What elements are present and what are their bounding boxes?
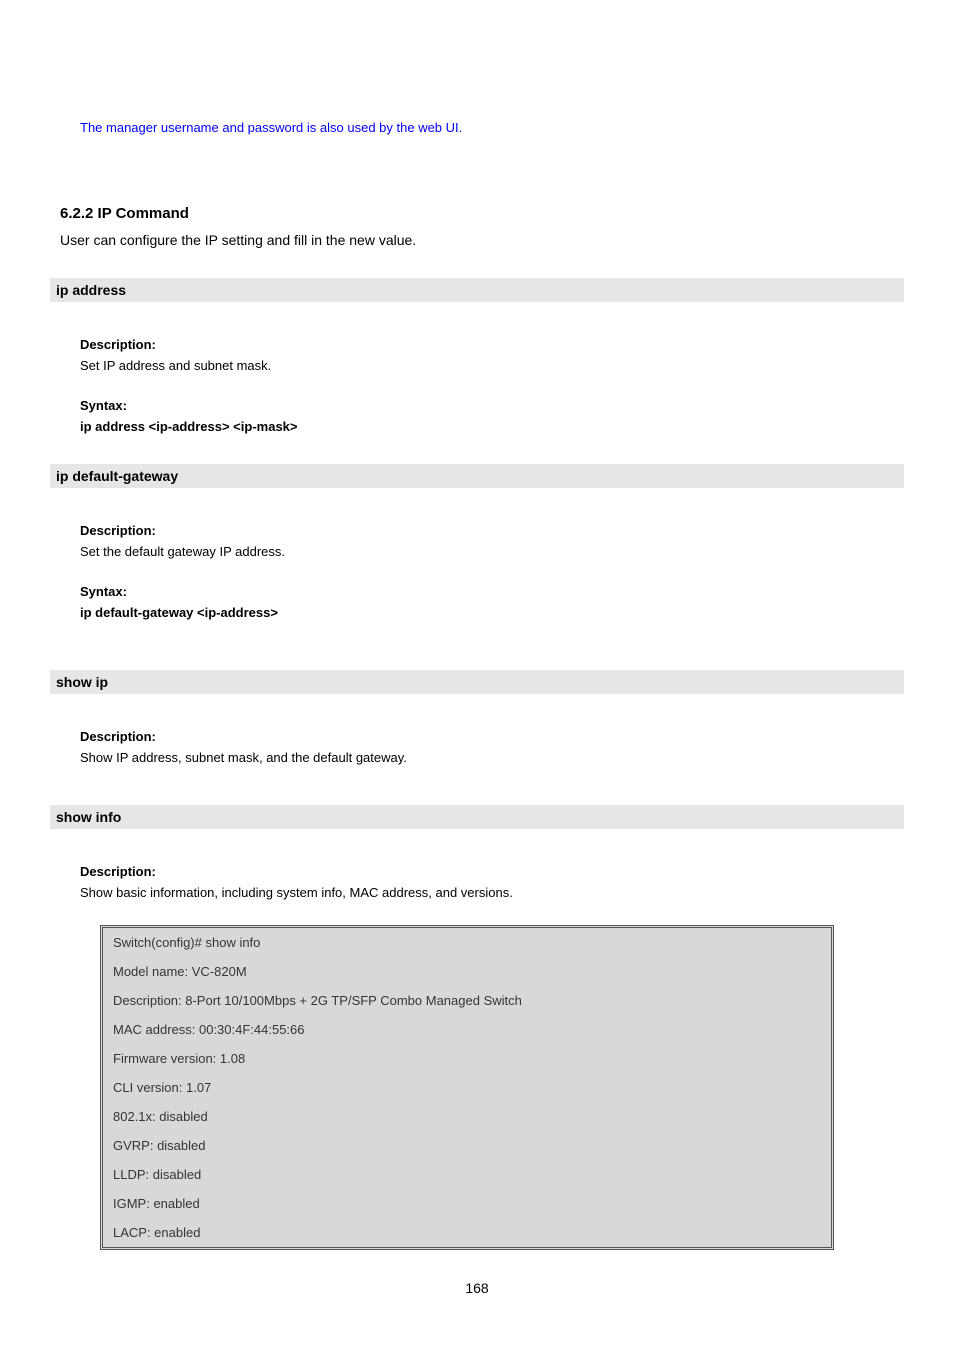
terminal-output: Switch(config)# show info Model name: VC… (100, 925, 834, 1250)
terminal-line: LLDP: disabled (103, 1160, 831, 1189)
cmd-show-ip-desc-label: Description: (80, 729, 894, 744)
page-number: 168 (60, 1280, 894, 1296)
cmd-show-info-title: show info (50, 805, 904, 829)
cmd-ip-address-desc: Set IP address and subnet mask. (80, 358, 894, 373)
cmd-ip-gateway-desc: Set the default gateway IP address. (80, 544, 894, 559)
terminal-line: Description: 8-Port 10/100Mbps + 2G TP/S… (103, 986, 831, 1015)
terminal-line: LACP: enabled (103, 1218, 831, 1247)
cmd-ip-address-desc-label: Description: (80, 337, 894, 352)
terminal-line: Firmware version: 1.08 (103, 1044, 831, 1073)
cmd-ip-gateway-syntax-label: Syntax: (80, 584, 894, 599)
cmd-show-info-desc-label: Description: (80, 864, 894, 879)
terminal-line: Model name: VC-820M (103, 957, 831, 986)
ip-section-heading: 6.2.2 IP Command (60, 205, 894, 222)
terminal-line: IGMP: enabled (103, 1189, 831, 1218)
terminal-line: GVRP: disabled (103, 1131, 831, 1160)
cmd-show-info-desc: Show basic information, including system… (80, 885, 894, 900)
cmd-ip-gateway-syntax: ip default-gateway <ip-address> (80, 605, 894, 620)
terminal-line: 802.1x: disabled (103, 1102, 831, 1131)
cmd-ip-gateway-title: ip default-gateway (50, 464, 904, 488)
cmd-show-ip-title: show ip (50, 670, 904, 694)
cmd-ip-address-syntax: ip address <ip-address> <ip-mask> (80, 419, 894, 434)
terminal-line: MAC address: 00:30:4F:44:55:66 (103, 1015, 831, 1044)
terminal-line: Switch(config)# show info (103, 928, 831, 957)
cmd-show-ip-desc: Show IP address, subnet mask, and the de… (80, 750, 894, 765)
cmd-ip-gateway-desc-label: Description: (80, 523, 894, 538)
note-text: The manager username and password is als… (80, 120, 894, 135)
cmd-ip-address-syntax-label: Syntax: (80, 398, 894, 413)
terminal-line: CLI version: 1.07 (103, 1073, 831, 1102)
cmd-ip-address-title: ip address (50, 278, 904, 302)
ip-section-intro: User can configure the IP setting and fi… (60, 232, 894, 248)
